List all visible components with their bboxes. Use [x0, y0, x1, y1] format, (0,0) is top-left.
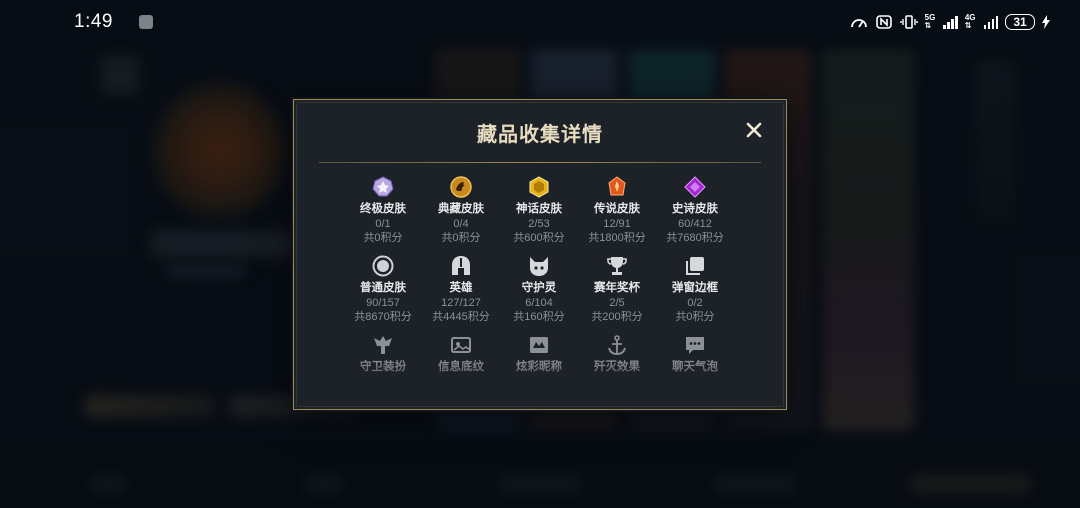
collection-item[interactable]: 信息底纹 — [422, 334, 500, 404]
collection-item[interactable]: 弹窗边框 0/2 共0积分 — [656, 255, 734, 325]
close-icon[interactable] — [744, 120, 764, 140]
collection-item[interactable]: 守护灵 6/104 共160积分 — [500, 255, 578, 325]
collection-item[interactable]: 神话皮肤 2/53 共600积分 — [500, 176, 578, 246]
collection-item[interactable]: 炫彩昵称 — [500, 334, 578, 404]
charging-icon — [1042, 15, 1050, 29]
popup-frame-icon — [684, 255, 706, 277]
notification-icon — [138, 15, 153, 29]
signal-icon — [943, 15, 958, 29]
ultimate-skin-icon — [372, 176, 394, 198]
prestige-skin-icon — [450, 176, 472, 198]
collection-item[interactable]: 英雄 127/127 共4445积分 — [422, 255, 500, 325]
ace-effect-icon — [606, 334, 628, 356]
ward-skin-icon — [372, 334, 394, 356]
normal-skin-icon — [372, 255, 394, 277]
mythic-skin-icon — [528, 176, 550, 198]
modal-title: 藏品收集详情 — [477, 124, 603, 146]
collection-item[interactable]: 歼灭效果 — [578, 334, 656, 404]
collection-details-modal: 藏品收集详情 终极皮肤 0/1 共0积分 典藏皮肤 0/4 共0积分 神话皮肤 — [293, 99, 787, 410]
info-banner-icon — [450, 334, 472, 356]
title-divider — [319, 162, 761, 163]
status-time: 1:49 — [74, 11, 113, 32]
status-bar: 1:49 5G ⇅ 4G ⇅ 31 — [0, 0, 1080, 44]
collection-grid: 终极皮肤 0/1 共0积分 典藏皮肤 0/4 共0积分 神话皮肤 2/53 共6… — [344, 176, 734, 404]
vibrate-icon — [899, 15, 918, 29]
collection-item[interactable]: 普通皮肤 90/157 共8670积分 — [344, 255, 422, 325]
speed-gauge-icon — [850, 19, 867, 28]
battery-indicator: 31 — [1005, 14, 1035, 30]
collection-item[interactable]: 赛年奖杯 2/5 共200积分 — [578, 255, 656, 325]
collection-item[interactable]: 终极皮肤 0/1 共0积分 — [344, 176, 422, 246]
collection-item[interactable]: 史诗皮肤 60/412 共7680积分 — [656, 176, 734, 246]
epic-skin-icon — [684, 176, 706, 198]
nfc-icon — [875, 15, 892, 29]
guardian-pet-icon — [528, 255, 550, 277]
chat-bubble-icon — [684, 334, 706, 356]
collection-item[interactable]: 守卫装扮 — [344, 334, 422, 404]
collection-item[interactable]: 聊天气泡 — [656, 334, 734, 404]
colorful-nickname-icon — [528, 334, 550, 356]
signal-icon — [983, 15, 998, 29]
collection-item[interactable]: 典藏皮肤 0/4 共0积分 — [422, 176, 500, 246]
champion-helmet-icon — [450, 255, 472, 277]
legendary-skin-icon — [606, 176, 628, 198]
collection-item[interactable]: 传说皮肤 12/91 共1800积分 — [578, 176, 656, 246]
trophy-icon — [606, 255, 628, 277]
